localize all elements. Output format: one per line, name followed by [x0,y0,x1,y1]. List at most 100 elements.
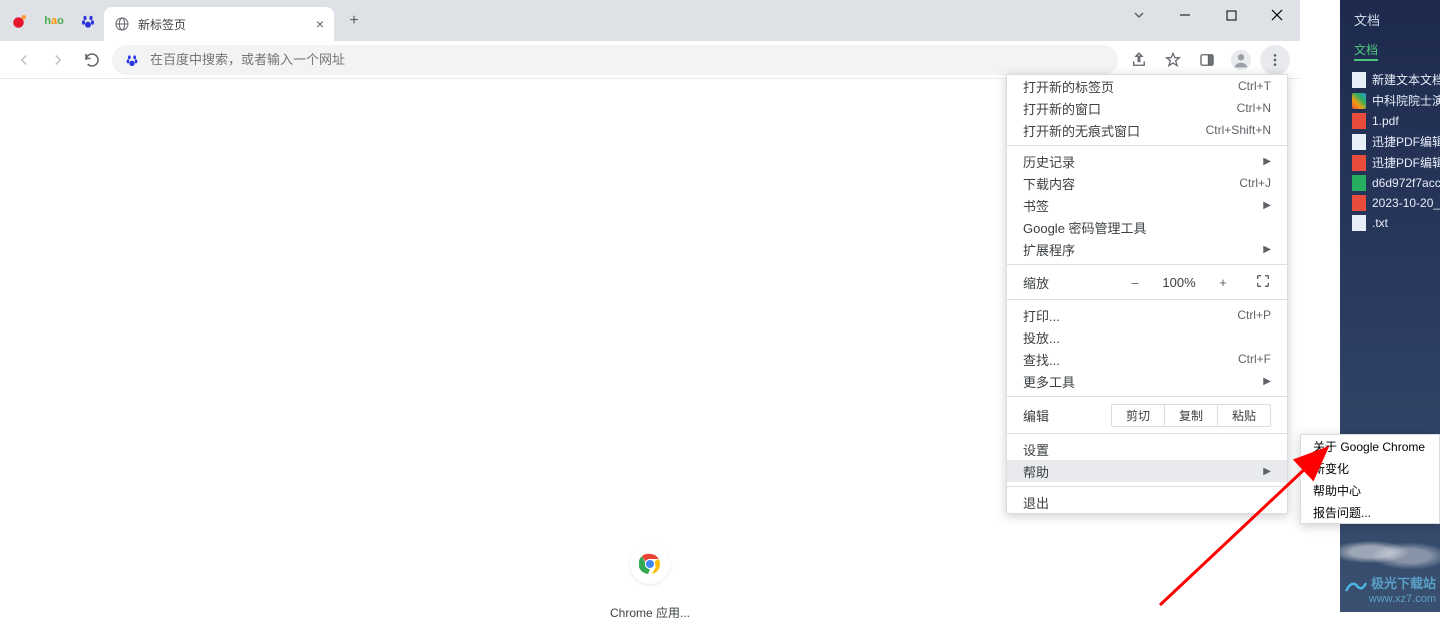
dots-vertical-icon [1267,52,1283,68]
address-bar[interactable] [112,45,1118,75]
toolbar-actions [1124,45,1290,75]
doc-file-icon [1352,72,1366,88]
menu-edit: 编辑 剪切 复制 粘贴 [1007,401,1287,429]
active-tab[interactable]: 新标签页 × [104,7,334,41]
menu-downloads[interactable]: 下载内容Ctrl+J [1007,172,1287,194]
side-panel-button[interactable] [1192,45,1222,75]
chevron-right-icon: ▶ [1263,156,1271,167]
chevron-down-icon[interactable] [1116,0,1162,30]
menu-separator [1007,433,1287,434]
sheet-file-icon [1352,175,1366,191]
file-name: .txt [1372,216,1388,230]
chevron-right-icon: ▶ [1263,376,1271,387]
menu-exit[interactable]: 退出 [1007,491,1287,513]
pdf-file-icon [1352,195,1366,211]
chrome-apps-shortcut[interactable]: Chrome 应用... [610,544,690,621]
menu-zoom: 缩放 – 100% + [1007,269,1287,295]
submenu-about-chrome[interactable]: 关于 Google Chrome [1301,435,1439,457]
file-name: d6d972f7acc [1372,176,1440,190]
pinned-tab-weibo[interactable] [4,5,36,37]
window-controls [1116,0,1300,30]
zoom-percentage: 100% [1157,275,1201,290]
menu-separator [1007,396,1287,397]
doc-file-icon [1352,215,1366,231]
chevron-right-icon: ▶ [1263,466,1271,477]
baidu-paw-icon [79,12,97,30]
maximize-button[interactable] [1208,0,1254,30]
fullscreen-button[interactable] [1255,273,1271,292]
share-button[interactable] [1124,45,1154,75]
watermark: 极光下载站 www.xz7.com [1344,576,1436,606]
forward-button[interactable] [44,46,72,74]
edit-label: 编辑 [1023,406,1049,425]
file-item[interactable]: 1.pdf [1340,111,1440,131]
new-tab-button[interactable]: + [340,7,368,35]
pdf-file-icon [1352,155,1366,171]
file-item[interactable]: 2023-10-20_ [1340,193,1440,213]
zoom-out-button[interactable]: – [1125,275,1145,290]
menu-find[interactable]: 查找...Ctrl+F [1007,348,1287,370]
watermark-logo-icon [1344,577,1368,593]
chevron-right-icon: ▶ [1263,244,1271,255]
file-item[interactable]: .txt [1340,213,1440,233]
chevron-right-icon: ▶ [1263,200,1271,211]
reload-button[interactable] [78,46,106,74]
edit-paste-button[interactable]: 粘贴 [1218,405,1270,426]
pdf-file-icon [1352,113,1366,129]
plus-icon: + [349,12,358,30]
close-window-button[interactable] [1254,0,1300,30]
file-item[interactable]: 新建文本文档 [1340,69,1440,90]
docs-panel-title: 文档 [1340,0,1440,37]
menu-new-window[interactable]: 打开新的窗口Ctrl+N [1007,97,1287,119]
file-name: 2023-10-20_ [1372,196,1440,210]
menu-separator [1007,264,1287,265]
file-item[interactable]: 迅捷PDF编辑 [1340,131,1440,152]
menu-print[interactable]: 打印...Ctrl+P [1007,304,1287,326]
file-name: 中科院院士演 [1372,92,1440,109]
submenu-whats-new[interactable]: 新变化 [1301,457,1439,479]
file-name: 迅捷PDF编辑 [1372,133,1440,150]
menu-separator [1007,299,1287,300]
menu-passwords[interactable]: Google 密码管理工具 [1007,216,1287,238]
pinned-tab-baidu[interactable] [72,5,104,37]
file-item[interactable]: 迅捷PDF编辑 [1340,152,1440,173]
menu-history[interactable]: 历史记录▶ [1007,150,1287,172]
chrome-logo-icon [630,544,670,584]
profile-button[interactable] [1226,45,1256,75]
hao-icon: hao [44,15,64,27]
edit-cut-button[interactable]: 剪切 [1112,405,1165,426]
url-input[interactable] [150,52,1106,67]
menu-new-tab[interactable]: 打开新的标签页Ctrl+T [1007,75,1287,97]
baidu-paw-icon [124,52,140,68]
tab-strip: hao 新标签页 × + [0,0,1300,41]
menu-help[interactable]: 帮助▶ [1007,460,1287,482]
rainbow-file-icon [1352,93,1366,109]
doc-file-icon [1352,134,1366,150]
edit-copy-button[interactable]: 复制 [1165,405,1218,426]
zoom-label: 缩放 [1023,273,1049,292]
menu-extensions[interactable]: 扩展程序▶ [1007,238,1287,260]
menu-separator [1007,145,1287,146]
tab-title: 新标签页 [138,16,308,33]
submenu-report-issue[interactable]: 报告问题... [1301,501,1439,523]
pinned-tab-hao[interactable]: hao [38,5,70,37]
bookmark-button[interactable] [1158,45,1188,75]
minimize-button[interactable] [1162,0,1208,30]
globe-icon [114,16,130,32]
menu-cast[interactable]: 投放... [1007,326,1287,348]
menu-incognito[interactable]: 打开新的无痕式窗口Ctrl+Shift+N [1007,119,1287,141]
main-menu-button[interactable] [1260,45,1290,75]
docs-tab[interactable]: 文档 [1340,37,1440,65]
file-item[interactable]: 中科院院士演 [1340,90,1440,111]
submenu-help-center[interactable]: 帮助中心 [1301,479,1439,501]
help-submenu: 关于 Google Chrome 新变化 帮助中心 报告问题... [1300,434,1440,524]
zoom-in-button[interactable]: + [1213,275,1233,290]
menu-bookmarks[interactable]: 书签▶ [1007,194,1287,216]
close-tab-icon[interactable]: × [316,16,324,32]
file-name: 新建文本文档 [1372,71,1440,88]
back-button[interactable] [10,46,38,74]
menu-settings[interactable]: 设置 [1007,438,1287,460]
pinned-tabs: hao [0,5,104,37]
menu-more-tools[interactable]: 更多工具▶ [1007,370,1287,392]
file-item[interactable]: d6d972f7acc [1340,173,1440,193]
